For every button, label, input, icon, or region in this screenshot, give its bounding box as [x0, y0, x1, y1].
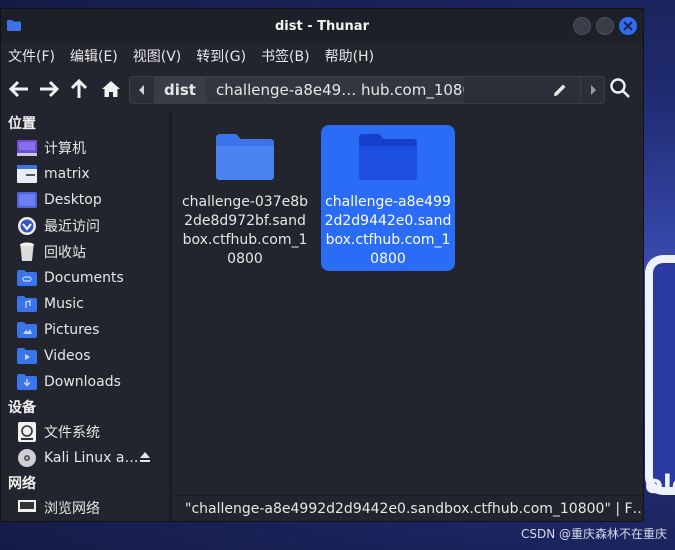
sidebar-item-downloads[interactable]: Downloads: [1, 369, 169, 395]
sidebar-item-label: 最近访问: [44, 219, 100, 235]
sidebar-item-desktop[interactable]: Desktop: [1, 187, 169, 213]
close-button[interactable]: [619, 17, 637, 35]
trash-icon: [17, 242, 37, 261]
titlebar[interactable]: dist - Thunar: [1, 9, 643, 43]
pencil-icon: [554, 84, 566, 96]
menu-bookmarks[interactable]: 书签(B): [261, 46, 310, 66]
sidebar-item-label: 文件系统: [44, 425, 100, 441]
recent-icon: [17, 217, 37, 235]
sidebar-item-label: Desktop: [44, 192, 102, 208]
sidebar-item-matrix[interactable]: matrix: [1, 161, 169, 187]
minimize-button[interactable]: [573, 17, 591, 35]
path-scroll-left[interactable]: [130, 77, 154, 103]
sidebar-item-pictures[interactable]: Pictures: [1, 317, 169, 343]
sidebar-item-recent[interactable]: 最近访问: [1, 213, 169, 239]
folder-app-icon: [7, 20, 21, 31]
sidebar-item-browse-network[interactable]: 浏览网络: [1, 495, 169, 521]
music-folder-icon: [17, 295, 37, 313]
chevron-right-icon: [590, 85, 596, 95]
watermark: CSDN @重庆森林不在重庆: [520, 527, 667, 541]
sidebar-item-label: Music: [44, 296, 84, 312]
file-item-challenge-a8e4[interactable]: challenge-a8e4992d2d9442e0.sandbox.ctfhu…: [321, 125, 455, 271]
search-button[interactable]: [609, 77, 633, 101]
sidebar-item-label: 计算机: [44, 141, 86, 157]
wallpaper-text: ole: [645, 470, 675, 500]
file-name: challenge-a8e4992d2d9442e0.sandbox.ctfhu…: [324, 194, 452, 267]
window-title: dist - Thunar: [275, 18, 369, 34]
documents-folder-icon: [17, 269, 37, 287]
pictures-folder-icon: [17, 321, 37, 339]
close-icon: [623, 21, 633, 31]
up-button[interactable]: [67, 77, 91, 101]
sidebar-item-label: Documents: [44, 270, 124, 286]
maximize-button[interactable]: [596, 17, 614, 35]
sidebar-item-kali-disc[interactable]: Kali Linux a…: [1, 445, 169, 471]
sidebar-item-label: Downloads: [44, 374, 121, 390]
back-button[interactable]: [7, 77, 31, 101]
search-icon: [610, 78, 630, 98]
arrow-left-icon: [9, 80, 28, 98]
path-scroll-right[interactable]: [580, 77, 604, 103]
menu-help[interactable]: 帮助(H): [325, 46, 374, 66]
optical-disc-icon: [17, 449, 37, 467]
sidebar-item-label: matrix: [44, 166, 90, 182]
sidebar-header-devices: 设备: [8, 400, 36, 416]
arrow-up-icon: [70, 79, 88, 98]
home-button[interactable]: [99, 77, 123, 101]
edit-location-button[interactable]: [540, 77, 580, 103]
sidebar-header-places: 位置: [8, 116, 36, 132]
arrow-right-icon: [40, 80, 59, 98]
sidebar-item-trash[interactable]: 回收站: [1, 239, 169, 265]
sidebar-header-network: 网络: [8, 476, 36, 492]
filesystem-icon: [17, 422, 37, 442]
thunar-window: dist - Thunar 文件(F) 编辑(E) 视图(V) 转到(G) 书签…: [0, 8, 644, 522]
home-icon: [102, 81, 120, 97]
file-name: challenge-037e8b2de8d972bf.sandbox.ctfhu…: [181, 194, 309, 267]
sidebar-item-computer[interactable]: 计算机: [1, 135, 169, 161]
eject-icon: [140, 452, 150, 462]
folder-icon: [216, 134, 274, 180]
sidebar-item-label: Videos: [44, 348, 91, 364]
toolbar: dist challenge-a8e49… hub.com_10800: [1, 69, 643, 111]
path-bar: dist challenge-a8e49… hub.com_10800: [129, 76, 605, 104]
file-view[interactable]: challenge-037e8b2de8d972bf.sandbox.ctfhu…: [172, 111, 643, 493]
path-segment-dist[interactable]: dist: [154, 77, 206, 103]
sidebar-item-music[interactable]: Music: [1, 291, 169, 317]
downloads-folder-icon: [17, 373, 37, 391]
desktop-icon: [17, 191, 37, 209]
sidebar-item-filesystem[interactable]: 文件系统: [1, 419, 169, 445]
sidebar-item-label: 回收站: [44, 245, 86, 261]
path-segment-challenge[interactable]: challenge-a8e49… hub.com_10800: [205, 77, 464, 103]
folder-icon: [359, 134, 417, 180]
home-folder-icon: [17, 165, 37, 183]
sidebar-item-label: Kali Linux a…: [44, 450, 139, 466]
menu-view[interactable]: 视图(V): [133, 46, 182, 66]
menu-go[interactable]: 转到(G): [196, 46, 246, 66]
eject-button[interactable]: [139, 451, 151, 467]
status-bar: "challenge-a8e4992d2d9442e0.sandbox.ctfh…: [172, 495, 643, 521]
sidebar: 位置 计算机 matrix Desktop 最近访问 回收站 Documents…: [1, 111, 169, 521]
chevron-left-icon: [139, 85, 144, 95]
forward-button[interactable]: [37, 77, 61, 101]
file-item-challenge-037e[interactable]: challenge-037e8b2de8d972bf.sandbox.ctfhu…: [178, 125, 312, 271]
menu-file[interactable]: 文件(F): [8, 46, 55, 66]
sidebar-item-videos[interactable]: Videos: [1, 343, 169, 369]
computer-icon: [17, 139, 37, 157]
sidebar-item-label: Pictures: [44, 322, 100, 338]
videos-folder-icon: [17, 347, 37, 365]
menubar: 文件(F) 编辑(E) 视图(V) 转到(G) 书签(B) 帮助(H): [1, 43, 643, 69]
menu-edit[interactable]: 编辑(E): [70, 46, 118, 66]
sidebar-item-label: 浏览网络: [44, 501, 100, 517]
network-icon: [17, 499, 37, 517]
wallpaper-logo-shape: [645, 255, 675, 495]
sidebar-item-documents[interactable]: Documents: [1, 265, 169, 291]
content-area: 位置 计算机 matrix Desktop 最近访问 回收站 Documents…: [1, 111, 643, 521]
